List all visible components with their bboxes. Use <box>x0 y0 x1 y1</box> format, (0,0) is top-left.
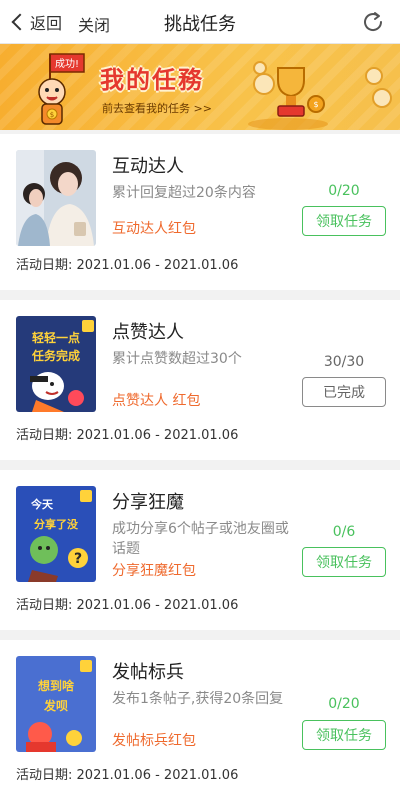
date-range: 2021.01.06 - 2021.01.06 <box>76 598 239 613</box>
cartoon-character-icon: 成功! $ <box>38 53 85 125</box>
date-label: 活动日期: <box>16 768 73 783</box>
task-thumbnail: 今天 分享了没 ? <box>16 486 96 582</box>
thumb-caption-line1: 轻轻一点 <box>32 330 80 345</box>
my-tasks-banner[interactable]: 成功! $ 我的任務 前去查看我的任务 >> $ <box>0 44 400 130</box>
task-title: 分享狂魔 <box>112 492 184 513</box>
date-label: 活动日期: <box>16 598 73 613</box>
task-date: 活动日期: 2021.01.06 - 2021.01.06 <box>16 764 238 783</box>
claim-task-button[interactable]: 领取任务 <box>302 720 386 750</box>
task-card: 轻轻一点 任务完成 点赞达人 累计点赞数超过30个 点赞达人 红包 30/30 … <box>0 300 400 460</box>
task-description: 成功分享6个帖子或池友圈或话题 <box>112 521 289 557</box>
success-flag-text: 成功! <box>55 58 79 70</box>
task-progress: 30/30 <box>323 354 365 370</box>
date-range: 2021.01.06 - 2021.01.06 <box>76 768 239 783</box>
task-date: 活动日期: 2021.01.06 - 2021.01.06 <box>16 424 238 443</box>
task-date: 活动日期: 2021.01.06 - 2021.01.06 <box>16 594 238 613</box>
claim-task-button[interactable]: 领取任务 <box>302 547 386 577</box>
thumb-caption-line2: 发呗 <box>43 698 68 713</box>
banner-title: 我的任務 <box>100 66 204 94</box>
task-reward: 分享狂魔红包 <box>112 563 196 579</box>
coins-icon <box>365 67 392 108</box>
svg-text:$: $ <box>313 100 318 109</box>
task-progress: 0/6 <box>332 524 356 540</box>
top-nav-bar: 返回 关闭 挑战任务 <box>0 0 400 44</box>
banner-subtitle-link[interactable]: 前去查看我的任务 >> <box>102 100 212 116</box>
date-label: 活动日期: <box>16 428 73 443</box>
task-reward: 点赞达人 红包 <box>112 393 201 409</box>
thumb-caption-line2: 分享了没 <box>34 517 79 531</box>
thumb-caption-line1: 今天 <box>30 497 54 511</box>
task-date: 活动日期: 2021.01.06 - 2021.01.06 <box>16 254 238 273</box>
task-reward: 发帖标兵红包 <box>112 733 196 749</box>
task-thumbnail: 轻轻一点 任务完成 <box>16 316 96 412</box>
svg-text:$: $ <box>50 111 54 119</box>
refresh-icon[interactable] <box>360 9 386 35</box>
task-thumbnail <box>16 150 96 246</box>
task-description: 发布1条帖子,获得20条回复 <box>112 691 284 707</box>
task-progress: 0/20 <box>328 183 360 199</box>
task-card: 想到啥 发呗 发帖标兵 发布1条帖子,获得20条回复 发帖标兵红包 0/20 领… <box>0 640 400 790</box>
thumb-caption-line1: 想到啥 <box>37 678 74 693</box>
task-description: 累计点赞数超过30个 <box>112 351 242 367</box>
date-label: 活动日期: <box>16 258 73 273</box>
task-reward: 互动达人红包 <box>112 221 196 237</box>
task-description: 累计回复超过20条内容 <box>112 185 256 201</box>
page-title: 挑战任务 <box>164 14 236 35</box>
claim-task-button[interactable]: 领取任务 <box>302 206 386 236</box>
task-title: 互动达人 <box>112 156 184 177</box>
date-range: 2021.01.06 - 2021.01.06 <box>76 428 239 443</box>
task-card: 互动达人 累计回复超过20条内容 互动达人红包 0/20 领取任务 活动日期: … <box>0 134 400 290</box>
svg-text:?: ? <box>74 551 82 567</box>
task-thumbnail: 想到啥 发呗 <box>16 656 96 752</box>
completed-task-button[interactable]: 已完成 <box>302 377 386 407</box>
task-title: 点赞达人 <box>112 322 184 343</box>
task-card: 今天 分享了没 ? 分享狂魔 成功分享6个帖子或池友圈或话题 分享狂魔红包 0/… <box>0 470 400 630</box>
task-progress: 0/20 <box>328 696 360 712</box>
thumb-caption-line2: 任务完成 <box>31 348 80 363</box>
trophy-icon: $ <box>248 61 328 130</box>
task-title: 发帖标兵 <box>112 662 184 683</box>
date-range: 2021.01.06 - 2021.01.06 <box>76 258 239 273</box>
